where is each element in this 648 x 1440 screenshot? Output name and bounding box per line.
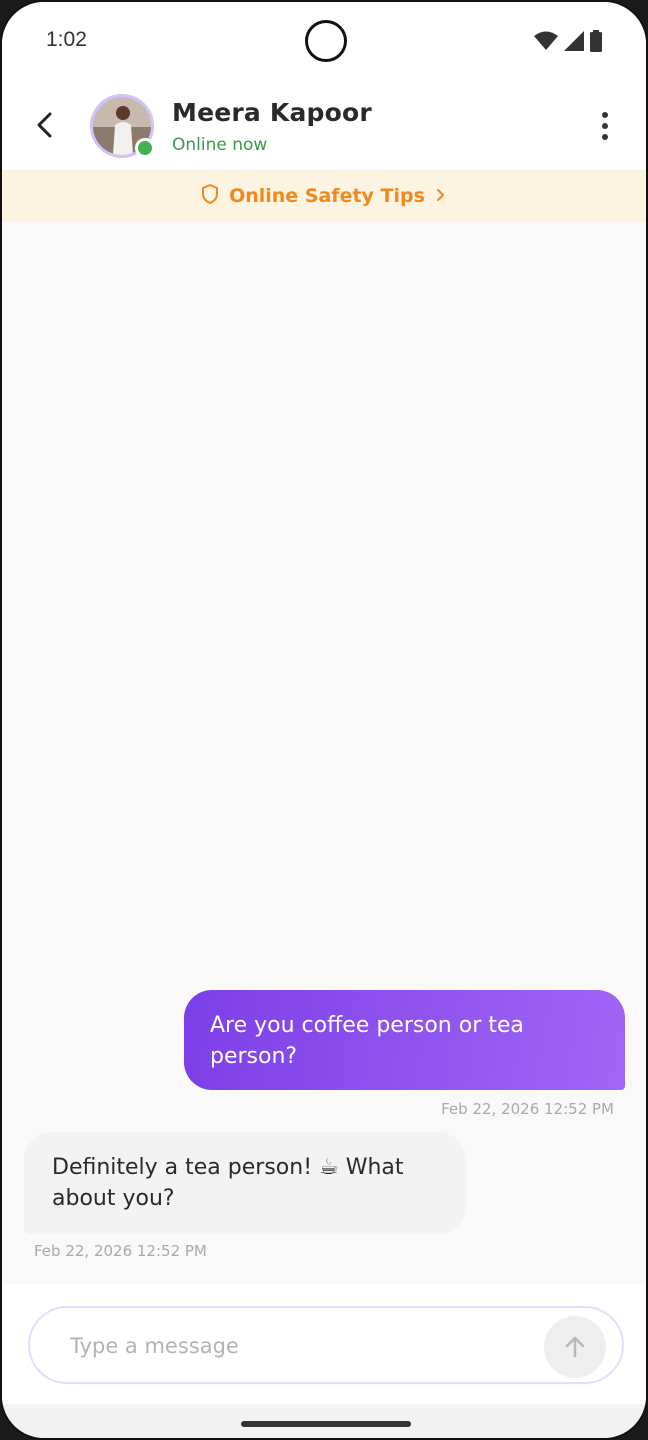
- chat-messages[interactable]: Are you coffee person or tea person? Feb…: [2, 222, 646, 1284]
- safety-tips-label: Online Safety Tips: [229, 185, 425, 207]
- signal-icon: [564, 31, 584, 55]
- status-time: 1:02: [46, 28, 87, 51]
- message-bubble-incoming[interactable]: Definitely a tea person! ☕ What about yo…: [24, 1132, 466, 1234]
- back-button[interactable]: [30, 108, 62, 142]
- chat-header: Meera Kapoor Online now: [2, 80, 646, 170]
- camera-cutout: [305, 20, 347, 62]
- navigation-bar: [2, 1404, 646, 1438]
- message-timestamp: Feb 22, 2026 12:52 PM: [34, 1242, 207, 1260]
- more-options-button[interactable]: [598, 110, 612, 142]
- composer-bar: [2, 1284, 646, 1404]
- more-vert-icon: [602, 112, 608, 140]
- contact-name: Meera Kapoor: [172, 98, 372, 127]
- contact-avatar[interactable]: [90, 94, 155, 158]
- chevron-right-icon: [435, 187, 447, 206]
- message-input[interactable]: [70, 1330, 510, 1362]
- wifi-icon: [534, 31, 558, 55]
- message-timestamp: Feb 22, 2026 12:52 PM: [441, 1100, 614, 1118]
- contact-status: Online now: [172, 135, 268, 155]
- shield-icon: [201, 184, 219, 208]
- status-icons: [534, 30, 602, 56]
- status-bar: 1:02: [2, 2, 646, 80]
- safety-tips-banner[interactable]: Online Safety Tips: [2, 170, 646, 222]
- send-button[interactable]: [544, 1316, 606, 1378]
- send-arrow-icon: [565, 1336, 585, 1358]
- battery-icon: [590, 30, 602, 56]
- phone-screen: 1:02 Meera Kapoor Online now Online Safe…: [0, 0, 648, 1440]
- message-composer: [28, 1306, 624, 1384]
- back-arrow-icon: [37, 112, 52, 138]
- message-bubble-outgoing[interactable]: Are you coffee person or tea person?: [184, 990, 625, 1090]
- home-indicator[interactable]: [241, 1421, 411, 1427]
- online-indicator: [135, 138, 155, 158]
